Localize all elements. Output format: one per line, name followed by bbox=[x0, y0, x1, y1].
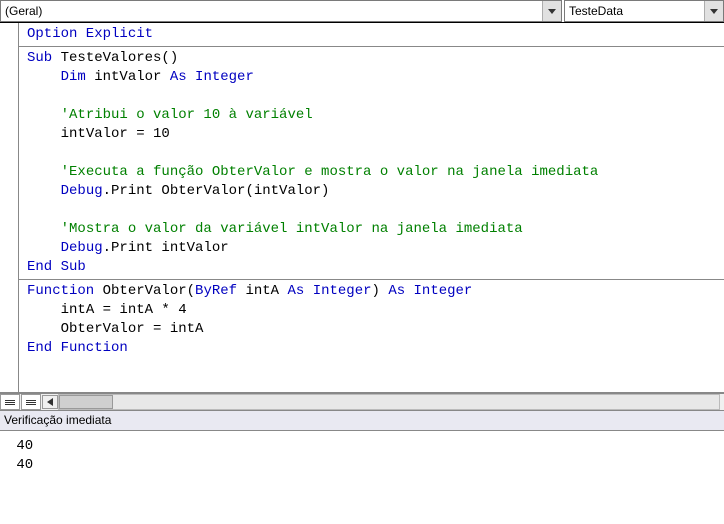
code-line: Function ObterValor(ByRef intA As Intege… bbox=[27, 282, 716, 358]
scroll-left-button[interactable] bbox=[42, 395, 58, 409]
immediate-window-title: Verificação imediata bbox=[0, 411, 724, 431]
declarations-section: Option Explicit bbox=[19, 23, 724, 47]
full-module-view-button[interactable] bbox=[0, 394, 20, 410]
procedure-dropdown-label: TesteData bbox=[565, 4, 704, 18]
code-line: Sub TesteValores() Dim intValor As Integ… bbox=[27, 49, 716, 277]
scrollbar-thumb[interactable] bbox=[59, 395, 113, 409]
chevron-down-icon bbox=[704, 1, 723, 21]
immediate-output-line: 40 bbox=[8, 438, 33, 454]
object-dropdown-label: (Geral) bbox=[1, 4, 542, 18]
view-mode-bar bbox=[0, 393, 724, 411]
procedure-dropdown[interactable]: TesteData bbox=[564, 0, 724, 22]
procedure-view-button[interactable] bbox=[21, 394, 41, 410]
chevron-down-icon bbox=[542, 1, 561, 21]
immediate-window[interactable]: 40 40 bbox=[0, 431, 724, 481]
object-dropdown[interactable]: (Geral) bbox=[0, 0, 562, 22]
margin-indicator-bar bbox=[0, 23, 19, 392]
code-editor[interactable]: Option Explicit Sub TesteValores() Dim i… bbox=[0, 23, 724, 393]
horizontal-scrollbar[interactable] bbox=[58, 394, 720, 410]
immediate-output-line: 40 bbox=[8, 457, 33, 473]
object-procedure-bar: (Geral) TesteData bbox=[0, 0, 724, 23]
function-obtervalor-section: Function ObterValor(ByRef intA As Intege… bbox=[19, 280, 724, 360]
sub-testevalores-section: Sub TesteValores() Dim intValor As Integ… bbox=[19, 47, 724, 280]
code-line: Option Explicit bbox=[27, 25, 716, 44]
code-pane[interactable]: Option Explicit Sub TesteValores() Dim i… bbox=[19, 23, 724, 392]
